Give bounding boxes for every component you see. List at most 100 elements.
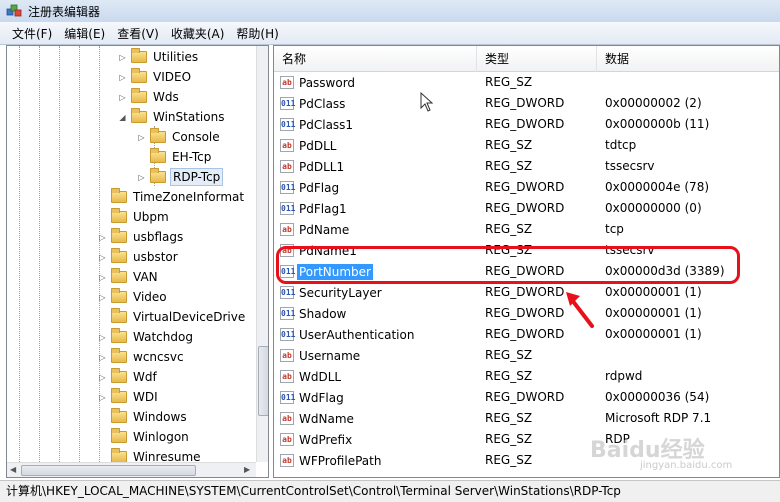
menu-edit[interactable]: 编辑(E): [58, 23, 111, 44]
menu-file[interactable]: 文件(F): [6, 23, 58, 44]
tree-item[interactable]: ▷ RDP-Tcp: [137, 167, 224, 187]
regedit-app-icon: [6, 3, 22, 19]
scroll-left-arrow-icon[interactable]: ◀: [10, 465, 16, 474]
tree-item[interactable]: Winlogon: [98, 427, 191, 447]
tree-horizontal-scroll-thumb[interactable]: [21, 465, 196, 476]
tree-item[interactable]: VirtualDeviceDrive: [98, 307, 247, 327]
tree-item-label: Winlogon: [133, 430, 189, 444]
tree-expander-icon[interactable]: ▷: [98, 273, 107, 282]
reg-string-icon: ab: [280, 433, 294, 446]
registry-value-row[interactable]: 011 Shadow REG_DWORD 0x00000001 (1): [274, 303, 779, 324]
value-data: rdpwd: [605, 369, 643, 383]
reg-binary-icon: 011: [280, 307, 296, 320]
registry-value-row[interactable]: ab PdName REG_SZ tcp: [274, 219, 779, 240]
tree-item[interactable]: ▷ Utilities: [118, 47, 200, 67]
registry-value-row[interactable]: 011 SecurityLayer REG_DWORD 0x00000001 (1): [274, 282, 779, 303]
value-name-cell: 011 PdClass: [280, 93, 347, 114]
registry-value-row[interactable]: 011 PdClass1 REG_DWORD 0x0000000b (11): [274, 114, 779, 135]
tree-expander-icon[interactable]: ▷: [98, 393, 107, 402]
tree-item-label: EH-Tcp: [172, 150, 212, 164]
tree-item[interactable]: ▷ VAN: [98, 267, 160, 287]
tree-item[interactable]: ▷ usbflags: [98, 227, 185, 247]
reg-binary-icon: 011: [280, 181, 296, 194]
menu-favorites[interactable]: 收藏夹(A): [165, 23, 231, 44]
registry-value-row[interactable]: ab Username REG_SZ: [274, 345, 779, 366]
tree-vertical-scrollbar[interactable]: [256, 46, 268, 462]
tree-expander-icon[interactable]: ▷: [98, 253, 107, 262]
values-list-header: 名称 类型 数据: [274, 46, 779, 72]
tree-item[interactable]: Ubpm: [98, 207, 171, 227]
registry-value-row[interactable]: ab PdDLL1 REG_SZ tssecsrv: [274, 156, 779, 177]
menu-view[interactable]: 查看(V): [111, 23, 165, 44]
value-name-cell: ab WdName: [280, 408, 356, 429]
column-header-data[interactable]: 数据: [597, 46, 779, 72]
value-name-cell: ab WdDLL: [280, 366, 343, 387]
tree-expander-icon[interactable]: [98, 413, 107, 422]
value-name-cell: ab Username: [280, 345, 362, 366]
tree-item-label: RDP-Tcp: [170, 168, 224, 186]
tree-item[interactable]: ▷ WDI: [98, 387, 160, 407]
registry-value-row[interactable]: 011 UserAuthentication REG_DWORD 0x00000001…: [274, 324, 779, 345]
tree-item[interactable]: ▷ Video: [98, 287, 169, 307]
menu-help[interactable]: 帮助(H): [230, 23, 284, 44]
tree-expander-icon[interactable]: ▷: [98, 293, 107, 302]
value-data: 0x00000001 (1): [605, 327, 702, 341]
tree-item[interactable]: EH-Tcp: [137, 147, 213, 167]
tree-expander-icon[interactable]: ◢: [118, 113, 127, 122]
tree-expander-icon[interactable]: [98, 313, 107, 322]
registry-value-row[interactable]: ab Password REG_SZ: [274, 72, 779, 93]
tree-item[interactable]: TimeZoneInformat: [98, 187, 246, 207]
value-name-cell: 011 PdFlag: [280, 177, 341, 198]
column-header-name[interactable]: 名称: [274, 46, 477, 72]
registry-value-row[interactable]: ab WdDLL REG_SZ rdpwd: [274, 366, 779, 387]
tree-expander-icon[interactable]: [98, 433, 107, 442]
value-name: WdDLL: [299, 369, 342, 384]
folder-icon: [111, 348, 127, 363]
reg-binary-icon: 011: [280, 97, 296, 110]
tree-expander-icon[interactable]: [98, 213, 107, 222]
value-name-cell: ab PdName: [280, 219, 351, 240]
value-type: REG_SZ: [485, 411, 533, 425]
folder-icon: [150, 128, 166, 143]
value-name: PdDLL1: [299, 159, 345, 174]
tree-expander-icon[interactable]: ▷: [98, 333, 107, 342]
tree-item-label: Wdf: [133, 370, 157, 384]
value-name-cell: 011 PdClass1: [280, 114, 355, 135]
tree-vertical-scroll-thumb[interactable]: [258, 346, 268, 416]
registry-value-row[interactable]: ab PdDLL REG_SZ tdtcp: [274, 135, 779, 156]
tree-item[interactable]: ▷ Wdf: [98, 367, 159, 387]
tree-item[interactable]: ▷ wcncsvc: [98, 347, 186, 367]
tree-item-label: Ubpm: [133, 210, 169, 224]
tree-item[interactable]: ◢ WinStations: [118, 107, 226, 127]
column-header-type[interactable]: 类型: [477, 46, 597, 72]
reg-string-icon: ab: [280, 454, 294, 467]
tree-item-label: Watchdog: [133, 330, 193, 344]
tree-expander-icon[interactable]: ▷: [98, 233, 107, 242]
tree-expander-icon[interactable]: ▷: [118, 93, 127, 102]
registry-value-row[interactable]: 011 PdFlag1 REG_DWORD 0x00000000 (0): [274, 198, 779, 219]
tree-item[interactable]: ▷ usbstor: [98, 247, 180, 267]
tree-expander-icon[interactable]: [98, 453, 107, 462]
reg-string-icon: ab: [280, 370, 294, 383]
tree-item[interactable]: ▷ Wds: [118, 87, 181, 107]
scroll-right-arrow-icon[interactable]: ▶: [244, 465, 250, 474]
tree-expander-icon[interactable]: ▷: [137, 173, 146, 182]
tree-expander-icon[interactable]: ▷: [118, 73, 127, 82]
registry-value-row[interactable]: 011 PdClass REG_DWORD 0x00000002 (2): [274, 93, 779, 114]
tree-item[interactable]: ▷ VIDEO: [118, 67, 193, 87]
tree-expander-icon[interactable]: [98, 193, 107, 202]
tree-expander-icon[interactable]: ▷: [137, 133, 146, 142]
tree-item[interactable]: Windows: [98, 407, 189, 427]
tree-expander-icon[interactable]: ▷: [98, 353, 107, 362]
tree-expander-icon[interactable]: ▷: [118, 53, 127, 62]
value-name: WdPrefix: [299, 432, 353, 447]
registry-value-row[interactable]: 011 PdFlag REG_DWORD 0x0000004e (78): [274, 177, 779, 198]
tree-expander-icon[interactable]: [137, 153, 146, 162]
registry-value-row[interactable]: ab WdName REG_SZ Microsoft RDP 7.1: [274, 408, 779, 429]
tree-expander-icon[interactable]: ▷: [98, 373, 107, 382]
tree-item[interactable]: ▷ Console: [137, 127, 222, 147]
registry-value-row[interactable]: 011 WdFlag REG_DWORD 0x00000036 (54): [274, 387, 779, 408]
tree-item[interactable]: ▷ Watchdog: [98, 327, 195, 347]
folder-icon: [111, 388, 127, 403]
tree-horizontal-scrollbar[interactable]: ◀ ▶: [7, 462, 256, 477]
